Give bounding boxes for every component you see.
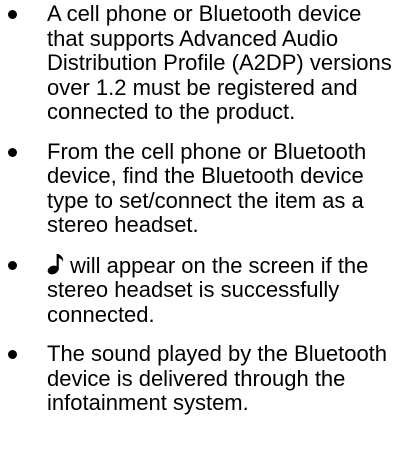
bullet-text: The sound played by the Bluetooth device… (47, 341, 388, 415)
bullet-icon (8, 350, 17, 359)
bullet-icon (8, 10, 17, 19)
instruction-bullet-list: A cell phone or Bluetooth device that su… (0, 1, 400, 416)
bullet-text: A cell phone or Bluetooth device that su… (47, 1, 392, 124)
bullet-text: From the cell phone or Bluetooth device,… (47, 138, 367, 237)
bullet-icon (8, 147, 17, 157)
bullet-item-sound-delivery: The sound played by the Bluetooth device… (0, 341, 400, 416)
bullet-icon (8, 260, 17, 270)
bullet-item-a2dp-requirement: A cell phone or Bluetooth device that su… (0, 1, 400, 125)
bullet-text: will appear on the screen if the stereo … (47, 252, 369, 327)
bullet-item-set-stereo-headset: From the cell phone or Bluetooth device,… (0, 138, 400, 238)
music-note-icon (47, 253, 65, 275)
bullet-item-connected-indicator: will appear on the screen if the stereo … (0, 253, 400, 328)
